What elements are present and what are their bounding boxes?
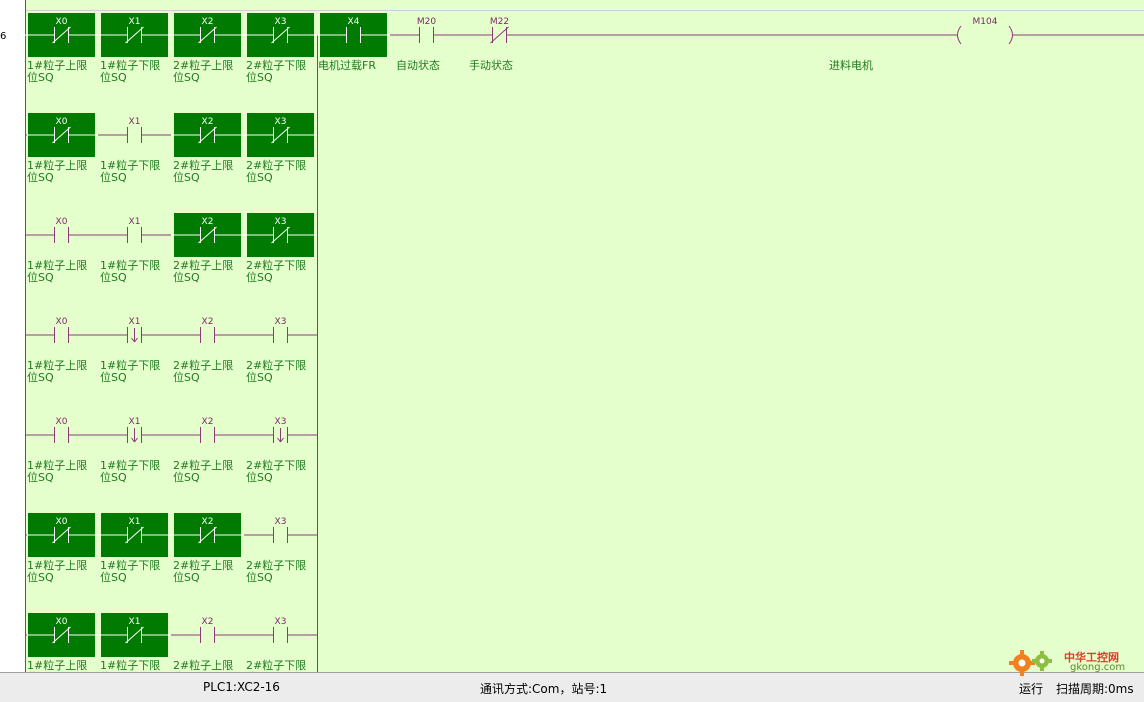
contact-comment: 2#粒子上限 位SQ	[173, 459, 234, 484]
contact-address: X4	[347, 17, 360, 27]
contact-address: X3	[274, 117, 287, 127]
contact-address: X0	[55, 617, 68, 627]
contact-address: X0	[55, 117, 68, 127]
contact-address: X2	[201, 117, 214, 127]
contact-comment: 1#粒子下限 位SQ	[100, 359, 161, 384]
contact-comment: 手动状态	[469, 59, 513, 72]
contact-comment: 1#粒子上限 位SQ	[27, 159, 88, 184]
contact-address: X1	[128, 517, 141, 527]
contact-address: X2	[201, 417, 214, 427]
contact-comment: 1#粒子上限 位SQ	[27, 259, 88, 284]
comm-status: 通讯方式:Com，站号:1	[480, 682, 608, 696]
contact-address: X0	[55, 417, 68, 427]
contact-comment: 2#粒子上限 位SQ	[173, 359, 234, 384]
contact-comment: 2#粒子下限 位SQ	[246, 59, 307, 84]
contact-comment: 2#粒子下限 位SQ	[246, 159, 307, 184]
contact-comment: 1#粒子下限 位SQ	[100, 259, 161, 284]
contact-address: X2	[201, 617, 214, 627]
contact-address: X3	[274, 517, 287, 527]
contact-address: X1	[128, 17, 141, 27]
contact-address: X3	[274, 417, 287, 427]
contact-address: X3	[274, 317, 287, 327]
contact-address: X2	[201, 217, 214, 227]
contact-comment: 2#粒子上限 位SQ	[173, 159, 234, 184]
contact-comment: 2#粒子下限 位SQ	[246, 559, 307, 584]
rung-number-gutter: 6	[0, 0, 26, 672]
rung-number: 6	[0, 31, 7, 42]
coil-right-arc	[1008, 25, 1013, 45]
contact-address: X0	[55, 217, 68, 227]
watermark-logo: 中华工控网 gkong.com	[1008, 647, 1138, 677]
contact-address: X1	[128, 217, 141, 227]
contact-comment: 2#粒子下限 位SQ	[246, 259, 307, 284]
contact-comment: 2#粒子下限 位SQ	[246, 359, 307, 384]
contact-comment: 2#粒子下限 位SQ	[246, 459, 307, 484]
contact-comment: 自动状态	[396, 59, 440, 72]
gear-icon	[1009, 650, 1052, 676]
contact-address: X1	[128, 617, 141, 627]
contact-address: X0	[55, 517, 68, 527]
contact-address: X0	[55, 17, 68, 27]
ladder-diagram-area[interactable]: X0 1#粒子上限 位SQ X1 1#粒子下限 位SQ X2 2#粒子上限 位SQ X3 2#…	[25, 0, 1144, 672]
contact-comment: 2#粒子上限 位SQ	[173, 659, 234, 673]
contact-address: M20	[416, 17, 437, 27]
contact-address: X1	[128, 417, 141, 427]
contact-address: M22	[489, 17, 510, 27]
contact-address: M104	[972, 17, 998, 27]
contact-comment: 1#粒子上限 位SQ	[27, 59, 88, 84]
contact-comment: 1#粒子下限 位SQ	[100, 559, 161, 584]
contact-comment: 2#粒子上限 位SQ	[173, 259, 234, 284]
contact-comment: 进料电机	[829, 59, 873, 72]
contact-comment: 1#粒子上限 位SQ	[27, 359, 88, 384]
contact-address: X1	[128, 117, 141, 127]
contact-address: X2	[201, 517, 214, 527]
contact-address: X3	[274, 17, 287, 27]
contact-address: X3	[274, 617, 287, 627]
contact-comment: 电机过载FR	[318, 59, 376, 72]
contact-comment: 1#粒子上限 位SQ	[27, 459, 88, 484]
run-status: 运行	[1019, 682, 1044, 696]
contact-comment: 1#粒子下限 位SQ	[100, 659, 161, 673]
contact-comment: 1#粒子下限 位SQ	[100, 459, 161, 484]
status-bar: PLC1:XC2-16 通讯方式:Com，站号:1 运行 扫描周期:0ms	[0, 672, 1144, 702]
contact-comment: 2#粒子上限 位SQ	[173, 59, 234, 84]
coil-left-arc	[957, 25, 962, 45]
contact-address: X1	[128, 317, 141, 327]
contact-address: X3	[274, 217, 287, 227]
scan-cycle-status: 扫描周期:0ms	[1056, 682, 1134, 696]
contact-comment: 2#粒子上限 位SQ	[173, 559, 234, 584]
contact-address: X0	[55, 317, 68, 327]
contact-comment: 1#粒子下限 位SQ	[100, 59, 161, 84]
contact-address: X2	[201, 317, 214, 327]
plc-model-status: PLC1:XC2-16	[203, 680, 280, 694]
contact-comment: 2#粒子下限 位SQ	[246, 659, 307, 673]
contact-nc-slash	[490, 26, 509, 44]
contact-comment: 1#粒子上限 位SQ	[27, 559, 88, 584]
contact-address: X2	[201, 17, 214, 27]
contact-comment: 1#粒子上限 位SQ	[27, 659, 88, 673]
contact-comment: 1#粒子下限 位SQ	[100, 159, 161, 184]
watermark-url: gkong.com	[1070, 662, 1126, 673]
